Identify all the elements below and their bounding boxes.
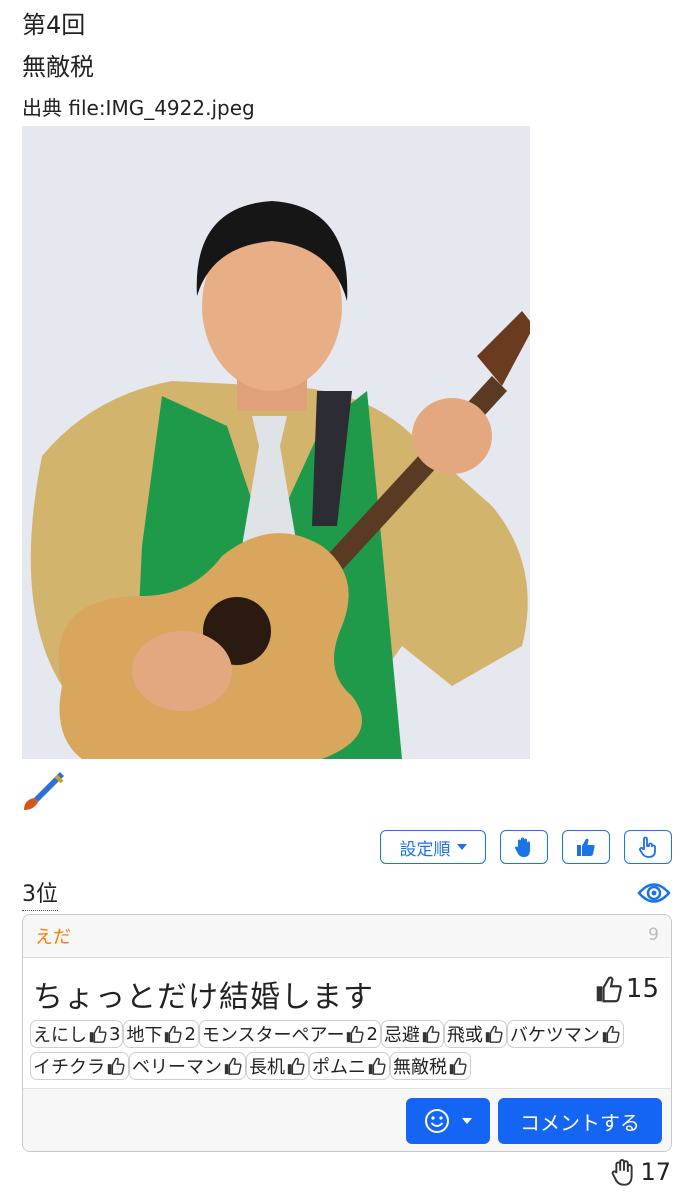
thumbs-up-outline-icon (368, 1057, 386, 1075)
sort-order-label: 設定順 (399, 839, 451, 860)
thumbs-up-icon (577, 838, 595, 856)
caret-down-icon (456, 844, 467, 850)
prompt-photo (22, 126, 530, 759)
paintbrush-icon[interactable] (20, 768, 66, 814)
raised-hand-icon (515, 837, 530, 857)
voter-tag[interactable]: ベリーマン (129, 1052, 246, 1080)
pointing-hand-icon (639, 836, 656, 858)
voter-tag[interactable]: 飛或 (443, 1020, 507, 1048)
thumbs-up-outline-icon (596, 976, 622, 1003)
hand-count-value: 17 (640, 1158, 671, 1186)
source-caption: 出典 file:IMG_4922.jpeg (22, 96, 255, 120)
answer-card-header: えだ 9 (23, 915, 671, 958)
voter-list: えにし 3 地下 2 モンスターペアー 2 忌避 飛或 バケツマン イチクラ ベリーマン 長机 ポムニ無… (30, 1020, 661, 1080)
comment-button[interactable]: コメントする (498, 1098, 662, 1144)
voter-tag[interactable]: 地下 2 (123, 1020, 199, 1048)
round-title: 第4回 (22, 11, 86, 39)
answer-card-footer: コメントする (23, 1088, 671, 1151)
voter-name: ベリーマン (132, 1057, 222, 1078)
thumbs-up-outline-icon (449, 1057, 467, 1075)
thumbs-up-outline-icon (89, 1025, 107, 1043)
like-total: 15 (594, 974, 659, 1004)
raised-hand-outline-icon (612, 1158, 634, 1186)
voter-tag[interactable]: バケツマン (506, 1020, 624, 1048)
voter-name: ポムニ (312, 1057, 366, 1078)
raise-hand-button[interactable] (500, 830, 548, 864)
eye-icon[interactable] (637, 878, 671, 908)
voter-count: 2 (366, 1023, 378, 1045)
emoji-dropdown-button[interactable] (406, 1098, 490, 1144)
like-button[interactable] (562, 830, 610, 864)
voter-name: バケツマン (509, 1025, 600, 1046)
answer-card: えだ 9 ちょっとだけ結婚します 15 えにし 3 地下 2 モンスターペアー 2 忌避 飛或… (22, 914, 672, 1152)
thumbs-up-outline-icon (165, 1025, 182, 1043)
thumbs-up-outline-icon (485, 1025, 503, 1043)
voter-tag[interactable]: モンスターペアー 2 (198, 1020, 381, 1048)
point-button[interactable] (624, 830, 672, 864)
rank-label[interactable]: 3位 (22, 880, 58, 911)
answer-toolbar: 設定順 (380, 830, 672, 864)
voter-count: 2 (184, 1023, 196, 1045)
answer-text: ちょっとだけ結婚します (33, 980, 374, 1015)
voter-name: 忌避 (383, 1025, 420, 1046)
voter-tag[interactable]: イチクラ (30, 1052, 129, 1080)
answer-card-body: ちょっとだけ結婚します 15 えにし 3 地下 2 モンスターペアー 2 忌避 飛或 バケツマン… (23, 958, 671, 1088)
voter-name: 飛或 (446, 1025, 483, 1046)
thumbs-up-outline-icon (347, 1025, 365, 1043)
voter-name: 長机 (249, 1057, 285, 1078)
raised-hand-count[interactable]: 17 (610, 1158, 671, 1186)
voter-name: えにし (33, 1025, 87, 1046)
thumbs-up-outline-icon (107, 1057, 125, 1075)
voter-count: 3 (109, 1023, 121, 1045)
answer-number: 9 (648, 925, 659, 945)
author-name[interactable]: えだ (35, 923, 71, 949)
voter-name: イチクラ (33, 1057, 105, 1078)
player-title: 無敵税 (22, 53, 94, 81)
thumbs-up-outline-icon (602, 1025, 620, 1043)
thumbs-up-outline-icon (287, 1057, 305, 1075)
voter-tag[interactable]: ポムニ (309, 1052, 390, 1080)
voter-tag[interactable]: 無敵税 (390, 1052, 471, 1080)
thumbs-up-outline-icon (224, 1057, 242, 1075)
sort-order-button[interactable]: 設定順 (380, 830, 486, 864)
voter-tag[interactable]: 長机 (246, 1052, 309, 1080)
like-count: 15 (625, 974, 659, 1004)
voter-name: 地下 (126, 1025, 163, 1046)
voter-name: モンスターペアー (201, 1025, 345, 1046)
voter-tag[interactable]: えにし 3 (30, 1020, 124, 1048)
caret-down-icon (462, 1118, 472, 1124)
voter-name: 無敵税 (393, 1057, 447, 1078)
smiley-icon (425, 1109, 449, 1133)
voter-tag[interactable]: 忌避 (380, 1020, 444, 1048)
thumbs-up-outline-icon (422, 1025, 440, 1043)
